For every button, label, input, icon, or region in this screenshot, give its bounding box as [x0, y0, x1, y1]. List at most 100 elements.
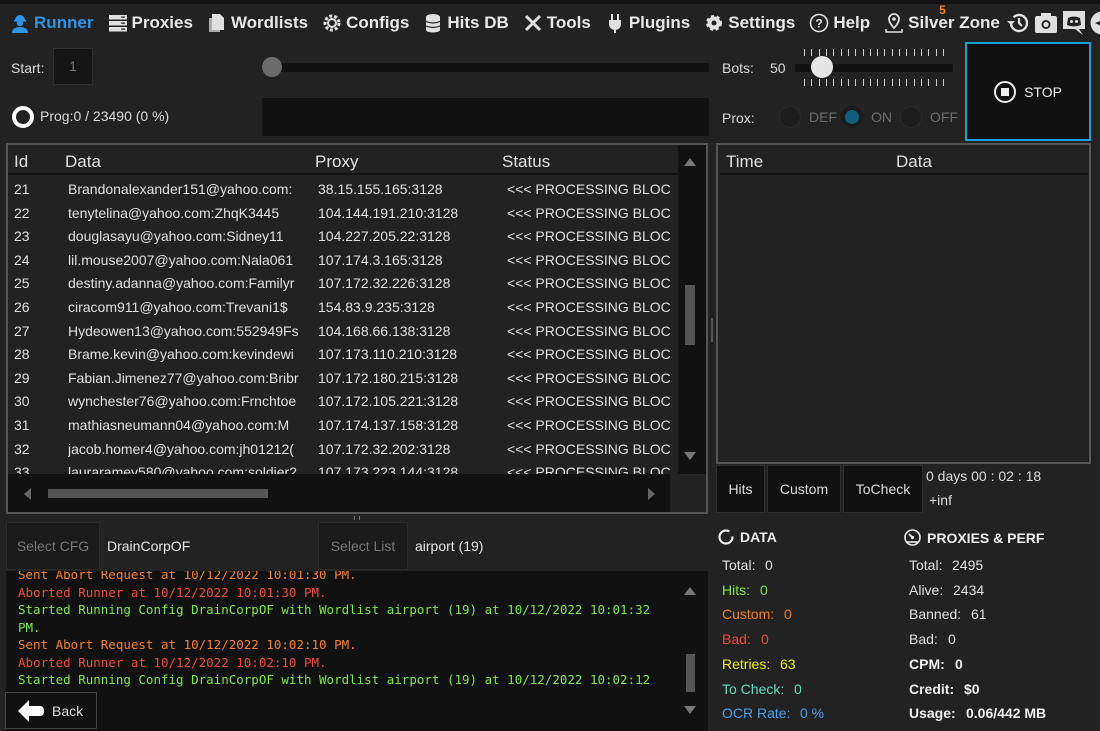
silver-zone-badge: 5	[939, 3, 946, 17]
table-row[interactable]: 30 wynchester76@yahoo.com:Frnchtoe 107.172…	[8, 389, 670, 413]
proxy-radio-on[interactable]	[841, 106, 863, 128]
hits-tab[interactable]: Hits	[716, 465, 765, 513]
nav-tools[interactable]: Tools	[523, 13, 591, 33]
table-row[interactable]: 23 douglasayu@yahoo.com:Sidney11 104.227.2…	[8, 224, 670, 248]
table-row[interactable]: 26 ciracom911@yahoo.com:Trevani1$ 154.83.9…	[8, 295, 670, 319]
stat-value: 0	[948, 631, 956, 648]
eta-value: +inf	[929, 492, 952, 508]
horizontal-splitter[interactable]	[354, 516, 360, 520]
log-scroll-down-icon[interactable]	[684, 706, 696, 714]
cell-id: 29	[14, 369, 30, 386]
table-row[interactable]: 24 lil.mouse2007@yahoo.com:Nala061 107.174…	[8, 248, 670, 272]
screenshot-button[interactable]	[1034, 10, 1058, 36]
nav-settings[interactable]: Settings	[704, 13, 795, 33]
log-line: Sent Abort Request at 10/12/2022 10:02:1…	[18, 637, 357, 652]
col-id[interactable]: Id	[14, 152, 28, 172]
select-list-button[interactable]: Select List	[318, 522, 408, 570]
stat-label: Usage:	[909, 705, 956, 722]
runner-log[interactable]: Sent Abort Request at 10/12/2022 10:01:3…	[6, 571, 708, 731]
nav-plugins[interactable]: Plugins	[605, 13, 690, 33]
table-row[interactable]: 21 Brandonalexander151@yahoo.com: 38.15.15…	[8, 177, 670, 201]
grid-hscroll-thumb[interactable]	[48, 489, 268, 498]
hits-col-time[interactable]: Time	[726, 152, 763, 172]
grid-vscroll-thumb[interactable]	[685, 285, 695, 345]
log-scroll-thumb[interactable]	[686, 654, 695, 692]
grid-header: Id Data Proxy Status	[8, 145, 680, 175]
cell-id: 31	[14, 416, 30, 433]
cell-data: douglasayu@yahoo.com:Sidney11	[68, 228, 284, 245]
cell-status: <<< PROCESSING BLOCK	[507, 464, 670, 474]
proxy-radio-def[interactable]	[779, 106, 801, 128]
nav-runner[interactable]: Runner	[10, 13, 94, 33]
table-row[interactable]: 22 tenytelina@yahoo.com:ZhqK3445 104.144.1…	[8, 201, 670, 225]
start-input[interactable]: 1	[53, 48, 93, 85]
nav-help[interactable]: ? Help	[809, 13, 870, 33]
stat-value: 0	[955, 655, 963, 672]
nav-wordlists[interactable]: Wordlists	[207, 13, 308, 33]
telegram-button[interactable]	[1090, 10, 1100, 36]
elapsed-timer: 0 days 00 : 02 : 18	[926, 468, 1042, 484]
start-slider-track[interactable]	[262, 63, 709, 72]
scroll-down-icon[interactable]	[684, 452, 696, 460]
stat-label: Alive:	[909, 581, 944, 598]
scroll-right-icon[interactable]	[648, 488, 655, 500]
stat-value: 63	[780, 655, 796, 672]
nav-proxies-label: Proxies	[131, 13, 193, 32]
table-row[interactable]: 27 Hydeowen13@yahoo.com:552949Fs 104.168.6…	[8, 319, 670, 343]
stat-value: 0	[760, 581, 768, 598]
start-label: Start:	[11, 60, 45, 76]
log-scrollbar[interactable]	[676, 571, 706, 731]
nav-hits-db-label: Hits DB	[447, 13, 509, 32]
cell-data: Brame.kevin@yahoo.com:kevindewi	[68, 346, 294, 363]
stat-value: 0.06/442 MB	[966, 705, 1047, 722]
log-scroll-up-icon[interactable]	[684, 587, 696, 595]
table-row[interactable]: 32 jacob.homer4@yahoo.com:jh01212(107.172…	[8, 437, 670, 461]
nav-proxies[interactable]: Proxies	[108, 13, 193, 33]
progress-text: Prog:0 / 23490 (0 %)	[40, 108, 169, 124]
cell-status: <<< PROCESSING BLOCK	[507, 346, 670, 363]
loading-ring-icon	[718, 529, 734, 545]
grid-vertical-scrollbar[interactable]	[678, 145, 706, 474]
col-data[interactable]: Data	[65, 152, 101, 172]
bots-slider-thumb[interactable]	[811, 56, 833, 78]
stat-value: 0	[765, 557, 773, 573]
col-proxy[interactable]: Proxy	[315, 152, 358, 172]
runner-grid: Id Data Proxy Status 21 Brandonalexander1…	[6, 143, 708, 514]
worker-icon	[12, 15, 28, 33]
proxy-radio-def-label: DEF	[809, 109, 837, 125]
cell-proxy: 107.172.180.215:3128	[318, 369, 459, 386]
vertical-splitter[interactable]	[711, 318, 713, 342]
tocheck-tab[interactable]: ToCheck	[843, 465, 923, 513]
table-row[interactable]: 29 Fabian.Jimenez77@yahoo.com:Bribr 107.17…	[8, 366, 670, 390]
nav-configs[interactable]: Configs	[322, 13, 409, 33]
table-row[interactable]: 31 mathiasneumann04@yahoo.com:M 107.174.13…	[8, 413, 670, 437]
cell-status: <<< PROCESSING BLOCK	[507, 181, 670, 197]
proxy-radio-off[interactable]	[900, 106, 922, 128]
scroll-left-icon[interactable]	[24, 488, 31, 500]
discord-button[interactable]	[1062, 10, 1086, 36]
table-row[interactable]: 33 lauraramey580@yahoo.com:soldier2 107.17…	[8, 460, 670, 474]
stat-value: 0	[784, 606, 792, 623]
proxy-radio-on-label: ON	[871, 109, 892, 125]
custom-tab[interactable]: Custom	[767, 465, 841, 513]
table-row[interactable]: 28 Brame.kevin@yahoo.com:kevindewi 107.173…	[8, 342, 670, 366]
back-button[interactable]: Back	[5, 692, 97, 729]
cell-data: mathiasneumann04@yahoo.com:M	[68, 416, 290, 433]
scroll-up-icon[interactable]	[684, 158, 696, 166]
grid-horizontal-scrollbar[interactable]	[8, 474, 670, 512]
hits-col-data[interactable]: Data	[896, 152, 932, 172]
table-row[interactable]: 25 destiny.adanna@yahoo.com:Familyr 107.17…	[8, 271, 670, 295]
col-status[interactable]: Status	[502, 152, 550, 172]
stop-icon	[994, 80, 1017, 103]
stop-button[interactable]: STOP	[965, 42, 1091, 141]
cell-data: Hydeowen13@yahoo.com:552949Fs	[68, 322, 299, 339]
cell-status: <<< PROCESSING BLOCK	[507, 251, 670, 268]
nav-hits-db[interactable]: Hits DB	[423, 13, 509, 33]
nav-wordlists-label: Wordlists	[230, 13, 309, 32]
cell-proxy: 107.173.110.210:3128	[318, 346, 458, 363]
start-slider-thumb[interactable]	[262, 57, 282, 77]
nav-silver-zone[interactable]: 5 Silver Zone	[884, 3, 1000, 33]
cell-id: 30	[14, 393, 30, 410]
history-button[interactable]	[1006, 10, 1030, 36]
select-cfg-button[interactable]: Select CFG	[6, 522, 100, 570]
